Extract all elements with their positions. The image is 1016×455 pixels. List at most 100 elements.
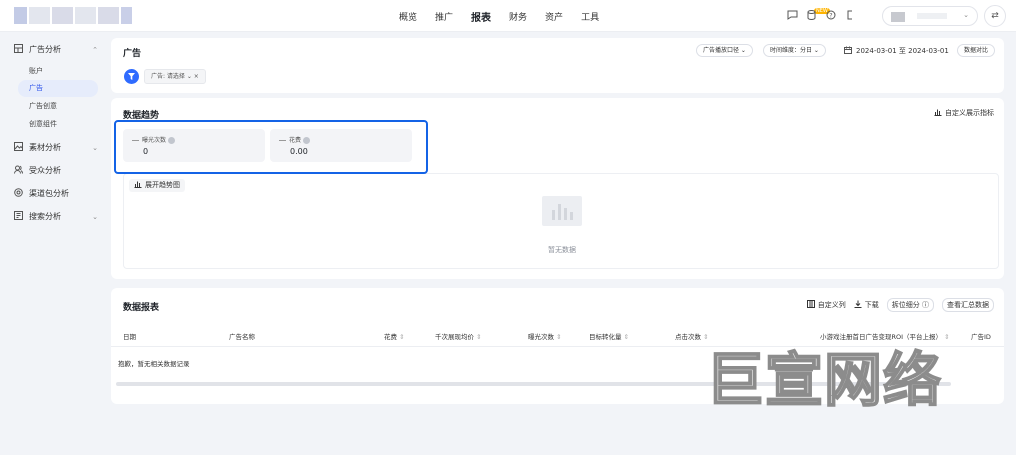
account-name [917,13,947,19]
page-title: 广告 [123,49,142,59]
logo[interactable] [14,7,132,24]
column-date[interactable]: 日期 [123,331,136,341]
date-range-picker[interactable]: 2024-03-01 至 2024-03-01 [844,46,949,56]
sidebar-group-ad-analysis[interactable]: 广告分析 ⌃ [14,44,98,55]
top-right-tools: ? ⌄ ⇄ [786,5,1006,27]
chevron-down-icon: ⌄ [963,11,969,19]
sort-icon: ⇕ [556,333,562,341]
sidebar-group-label: 受众分析 [29,166,61,175]
watermark-text: 巨宣网络 [706,346,942,412]
column-label: 曝光次数 [528,333,554,341]
expand-trend-button[interactable]: 展开趋势图 [129,179,185,192]
sort-icon: ⇕ [476,333,482,341]
custom-columns-button[interactable]: 自定义列 [806,300,846,310]
column-cost[interactable]: 花费 ⇕ [384,331,405,341]
avatar [891,12,905,22]
logo-block [75,7,97,24]
column-conversions[interactable]: 目标转化量 ⇕ [589,331,629,341]
report-icon [14,44,24,55]
expand-trend-label: 展开趋势图 [145,181,180,189]
nav-tools[interactable]: 工具 [572,10,608,23]
sidebar-item-creative[interactable]: 广告创意 [18,98,98,115]
columns-icon [806,300,815,308]
search-report-icon [14,211,24,222]
column-impressions[interactable]: 曝光次数 ⇕ [528,331,562,341]
sidebar-group-label: 素材分析 [29,143,61,152]
split-breakdown-label: 拆位细分 [891,301,920,309]
svg-text:?: ? [829,12,832,19]
sidebar-item-account[interactable]: 账户 [18,63,98,80]
ad-filter-tag[interactable]: 广告: 请选择 ⌄ × [144,69,206,84]
nav-overview[interactable]: 概览 [390,10,426,23]
placement-select[interactable]: 广告播放口径 ⌄ [696,44,753,57]
chevron-down-icon: ⌄ [92,143,98,152]
sort-icon: ⇕ [399,333,405,341]
download-icon [854,300,862,308]
sidebar-group-search[interactable]: 搜索分析 ⌄ [14,211,98,222]
chevron-down-icon: ⌄ [92,212,98,221]
image-icon [14,142,24,153]
bar-chart-icon [934,109,942,116]
channel-icon [14,188,24,199]
sidebar-item-ad[interactable]: 广告 [18,80,98,97]
swap-icon[interactable]: ⇄ [984,5,1006,27]
download-button[interactable]: 下载 [854,300,879,310]
empty-chart-icon [542,196,582,226]
download-label: 下载 [864,301,879,309]
bracket-icon[interactable] [843,10,856,23]
database-icon[interactable] [805,9,818,23]
sidebar-group-label: 搜索分析 [29,212,61,221]
trend-chart-area: 展开趋势图 暂无数据 [123,173,999,269]
main-nav: 概览 推广 报表 财务 资产 工具 [390,0,608,32]
top-bar: 概览 推广 报表 财务 资产 工具 NEW ? ⌄ ⇄ [0,0,1016,32]
help-icon: ⓘ [922,301,929,309]
nav-reports[interactable]: 报表 [462,9,500,24]
column-cpm[interactable]: 千次展现均价 ⇕ [435,331,482,341]
custom-columns-label: 自定义列 [817,301,846,309]
bar-chart-icon [134,181,142,188]
column-label: 目标转化量 [589,333,622,341]
nav-assets[interactable]: 资产 [536,10,572,23]
logo-block [14,7,27,24]
nav-finance[interactable]: 财务 [500,10,536,23]
metric-highlight-box [114,120,428,174]
split-breakdown-button[interactable]: 拆位细分 ⓘ [886,298,934,312]
nav-promotion[interactable]: 推广 [426,10,462,23]
users-icon [14,165,24,176]
sidebar-group-label: 渠道包分析 [29,189,69,198]
column-ad-id[interactable]: 广告ID [971,331,991,341]
filter-icon[interactable] [124,69,139,84]
custom-metric-label: 自定义展示指标 [945,109,994,117]
column-label: 点击次数 [675,333,701,341]
granularity-select[interactable]: 时间维度：分日 ⌄ [763,44,826,57]
table-empty-row: 抱歉，暂无相关数据记录 [118,360,190,368]
help-icon[interactable]: ? [824,10,837,23]
sidebar: 广告分析 ⌃ 账户 广告 广告创意 创意组件 素材分析 ⌄ 受众分析 渠道包分析… [0,33,106,455]
logo-block [98,7,120,24]
sidebar-group-channel[interactable]: 渠道包分析 [14,188,98,199]
logo-block [28,7,50,24]
watermark-logo: 巨宣网络 [705,345,942,412]
empty-state-text: 暂无数据 [548,246,576,254]
logo-block [51,7,74,24]
calendar-icon [844,46,852,54]
sort-icon: ⇕ [623,333,630,341]
column-label: 花费 [384,333,397,341]
date-range-text: 2024-03-01 至 2024-03-01 [856,47,949,55]
view-summary-button[interactable]: 查看汇总数据 [942,298,994,312]
sidebar-group-material[interactable]: 素材分析 ⌄ [14,142,98,153]
filter-card: 广告 广告播放口径 ⌄ 时间维度：分日 ⌄ 2024-03-01 至 2024-… [111,38,1004,93]
sidebar-group-label: 广告分析 [29,45,61,54]
chevron-up-icon: ⌃ [92,45,98,54]
column-ad-name[interactable]: 广告名称 [229,331,255,341]
report-title: 数据报表 [123,303,160,313]
sidebar-item-component[interactable]: 创意组件 [18,116,98,133]
compare-button[interactable]: 数据对比 [957,44,996,57]
logo-block [121,7,132,24]
column-label: 千次展现均价 [435,333,474,341]
message-icon[interactable] [786,10,799,23]
sidebar-group-audience[interactable]: 受众分析 [14,165,98,176]
custom-metric-button[interactable]: 自定义展示指标 [934,108,994,118]
report-toolbar: 自定义列 下载 拆位细分 ⓘ 查看汇总数据 [806,298,994,312]
account-switcher[interactable]: ⌄ [882,6,978,26]
